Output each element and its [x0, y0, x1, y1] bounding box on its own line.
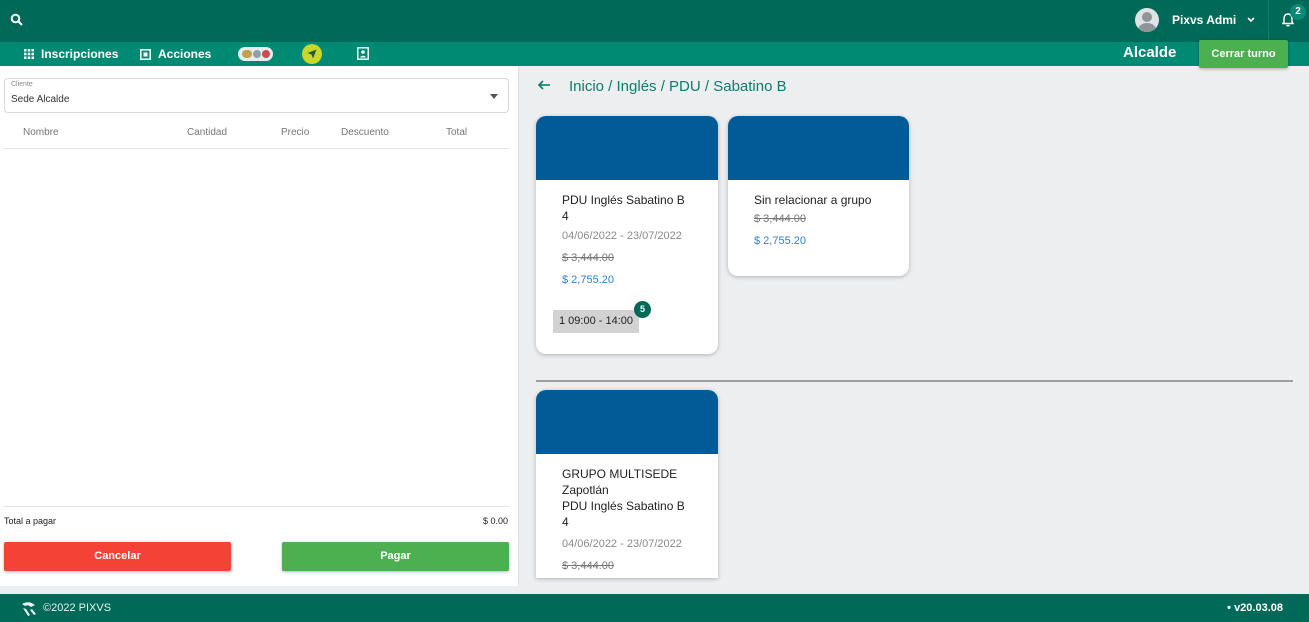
nav-item-acciones[interactable]: Acciones: [140, 42, 211, 66]
actions-icon: [140, 48, 151, 60]
search-icon[interactable]: [10, 13, 24, 27]
card-title: PDU Inglés Sabatino B 4: [562, 193, 685, 223]
client-label: Cliente: [11, 81, 33, 88]
card-old-price: $ 3,444.00: [754, 213, 806, 225]
cancel-button[interactable]: Cancelar: [4, 542, 231, 571]
schedule-count-badge: 5: [634, 301, 651, 318]
card-new-price: $ 2,755.20: [754, 235, 806, 247]
close-shift-button[interactable]: Cerrar turno: [1199, 40, 1288, 68]
card-title: Sin relacionar a grupo: [754, 193, 872, 207]
client-select[interactable]: Cliente Sede Alcalde: [4, 78, 509, 113]
copyright-text: ©2022 PIXVS: [43, 602, 112, 614]
pay-button[interactable]: Pagar: [282, 542, 509, 571]
navigation-arrow-icon[interactable]: [302, 44, 322, 64]
table-header-divider: [4, 148, 509, 149]
user-menu[interactable]: Pixvs Admi: [1135, 8, 1256, 32]
breadcrumb: Inicio / Inglés / PDU / Sabatino B: [569, 78, 787, 95]
card-new-price: $ 2,755.20: [562, 274, 614, 286]
group-card[interactable]: Sin relacionar a grupo $ 3,444.00 $ 2,75…: [728, 116, 909, 276]
group-card[interactable]: PDU Inglés Sabatino B 4 04/06/2022 - 23/…: [536, 116, 718, 354]
card-header: [536, 116, 718, 180]
total-label: Total a pagar: [4, 516, 57, 526]
card-title: GRUPO MULTISEDE Zapotlán PDU Inglés Saba…: [562, 467, 685, 529]
total-divider: [4, 506, 509, 507]
back-arrow-icon[interactable]: [537, 79, 551, 91]
footer: ©2022 PIXVS • v20.03.08: [0, 594, 1309, 622]
nav-item-label: Acciones: [158, 47, 212, 61]
card-header: [536, 390, 718, 454]
avatar: [1135, 8, 1159, 32]
card-dates: 04/06/2022 - 23/07/2022: [562, 230, 682, 242]
nav-item-label: Inscripciones: [41, 47, 119, 61]
sede-label: Alcalde: [1123, 44, 1177, 61]
group-card[interactable]: GRUPO MULTISEDE Zapotlán PDU Inglés Saba…: [536, 390, 718, 578]
column-header-nombre: Nombre: [23, 127, 59, 138]
chevron-down-icon: [1247, 17, 1255, 23]
client-value: Sede Alcalde: [11, 94, 70, 105]
nav-item-inscripciones[interactable]: Inscripciones: [24, 42, 118, 66]
version-text: • v20.03.08: [1227, 602, 1283, 614]
column-header-cantidad: Cantidad: [187, 127, 228, 138]
id-badge-icon[interactable]: [357, 47, 369, 60]
top-bar: Pixvs Admi 2: [0, 0, 1309, 42]
column-header-total: Total: [446, 127, 468, 138]
user-name: Pixvs Admi: [1172, 13, 1237, 27]
schedule-chip[interactable]: 1 09:00 - 14:00: [553, 310, 639, 333]
column-header-precio: Precio: [281, 127, 310, 138]
brand-logo-icon[interactable]: [238, 47, 273, 61]
card-old-price: $ 3,444.00: [562, 252, 614, 264]
card-dates: 04/06/2022 - 23/07/2022: [562, 538, 682, 550]
total-value: $ 0.00: [482, 516, 508, 526]
column-header-descuento: Descuento: [341, 127, 389, 138]
pixvs-logo-icon: [22, 602, 36, 616]
section-divider: [536, 380, 1293, 382]
card-old-price: $ 3,444.00: [562, 560, 614, 572]
grid-icon: [24, 49, 34, 59]
header-divider: [1268, 0, 1269, 42]
caret-down-icon: [490, 94, 498, 99]
cart-panel: Cliente Sede Alcalde Nombre Cantidad Pre…: [0, 66, 519, 586]
notification-badge: 2: [1290, 4, 1306, 20]
nav-bar: Inscripciones Acciones Alcalde: [0, 42, 1309, 66]
card-header: [728, 116, 909, 180]
